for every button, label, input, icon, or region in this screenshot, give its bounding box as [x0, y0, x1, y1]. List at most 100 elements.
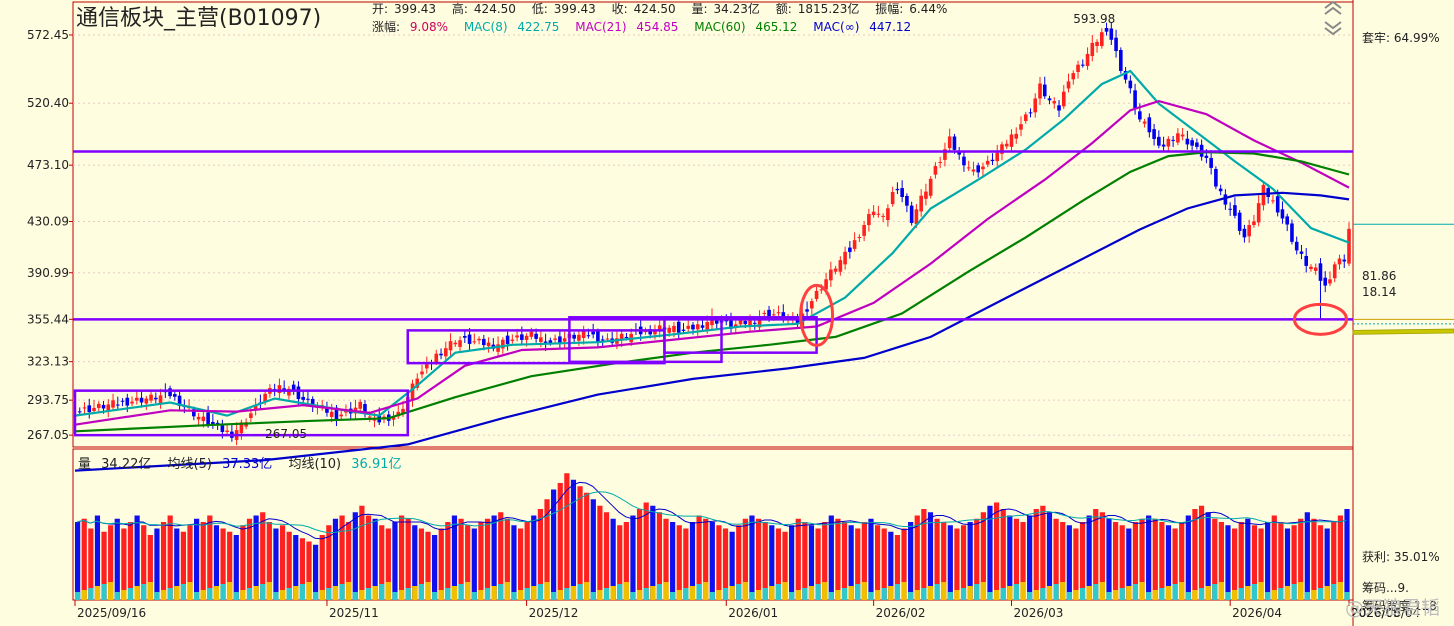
volume-bar [1040, 505, 1046, 600]
volume-bar [75, 522, 81, 600]
volume-bar [1192, 509, 1198, 600]
candle-body [605, 338, 610, 340]
scroll-up-arrows[interactable] [1323, 2, 1343, 34]
volume-bar-base [180, 584, 186, 600]
candle-body [700, 325, 705, 328]
candle-body [672, 325, 676, 332]
volume-bar-base [365, 588, 372, 600]
volume-bar-base [1311, 590, 1317, 600]
candle-body [1161, 144, 1166, 147]
chart-title: 通信板块_主营(B01097) [76, 6, 322, 31]
candle-body [1076, 64, 1080, 73]
volume-bar-base [584, 582, 590, 600]
candle-body [1342, 259, 1347, 262]
volume-bar [160, 522, 167, 600]
candle-body [1290, 223, 1294, 242]
volume-bar-base [412, 586, 418, 600]
volume-bar [597, 505, 603, 600]
volume-bar-base [194, 592, 200, 600]
volume-bar-base [1198, 588, 1205, 600]
candle-body [529, 331, 534, 337]
candle-body [577, 334, 581, 341]
volume-bar-base [670, 592, 676, 600]
volume-bar-base [689, 586, 696, 600]
volume-bar [432, 535, 438, 600]
volume-bar-base [1060, 582, 1066, 600]
volume-bar-base [993, 590, 1000, 600]
volume-bar-base [722, 588, 729, 600]
volume-bar-base [1040, 588, 1046, 600]
volume-label: 量 34.22亿 [78, 457, 152, 472]
volume-bar-base [174, 586, 180, 600]
volume-bar-base [1146, 592, 1152, 600]
candle-body [814, 290, 819, 299]
volume-bar-base [154, 592, 160, 600]
volume-ma5-label: 均线(5) 37.33亿 [167, 457, 273, 472]
candle-body [976, 165, 981, 173]
volume-bar-base [260, 584, 266, 600]
volume-bar [1344, 509, 1350, 600]
candle-body [871, 211, 876, 216]
volume-bar-base [1066, 592, 1072, 600]
volume-bar [987, 505, 993, 600]
candle-body [1038, 83, 1042, 99]
candle-body [586, 335, 591, 337]
candle-body [1009, 134, 1014, 147]
volume-bar [246, 518, 253, 600]
candle-body [1285, 216, 1290, 225]
amplitude-value: 振幅: 6.44% [875, 2, 948, 16]
volume-bar-base [233, 592, 239, 600]
candle-body [1313, 267, 1318, 271]
volume-bar-base [213, 586, 220, 600]
candle-body [1133, 90, 1137, 109]
volume-bar-base [590, 592, 596, 600]
candle-body [486, 342, 491, 347]
volume-bar-base [703, 582, 709, 600]
volume-bar-base [736, 584, 742, 600]
candle-body [843, 251, 847, 265]
candle-body [329, 411, 334, 417]
candle-body [1147, 117, 1152, 133]
volume-bar [636, 509, 643, 600]
volume-bar-base [1112, 590, 1119, 600]
candle-body [962, 156, 966, 166]
volume-bar [1066, 525, 1072, 600]
volume-bar-base [253, 586, 259, 600]
volume-bar-base [729, 586, 735, 600]
open-value: 开: 399.43 [372, 2, 437, 16]
volume-bar-base [484, 588, 491, 600]
candle-body [139, 397, 144, 403]
x-tick-label: 2026/03 [1013, 606, 1063, 620]
close-value: 收: 424.50 [611, 2, 676, 16]
candle-body [115, 404, 120, 406]
volume-bar [603, 512, 610, 600]
volume-bar-base [557, 590, 563, 600]
volume-bar-base [81, 590, 87, 600]
volume-bar [405, 518, 411, 600]
volume-bar-base [908, 592, 914, 600]
candle-body [420, 371, 424, 375]
candle-body [1142, 121, 1147, 124]
volume-bar-base [524, 588, 530, 600]
volume-bar-base [914, 590, 920, 600]
candle-body [520, 334, 524, 340]
volume-bar-base [511, 592, 517, 600]
volume-bar-base [352, 592, 358, 600]
candle-body [829, 269, 833, 281]
candle-body [1023, 114, 1028, 122]
volume-bar-base [987, 592, 993, 600]
y-tick-label: 267.05 [27, 428, 69, 442]
volume-bar-base [570, 586, 577, 600]
volume-bar-base [1337, 582, 1343, 600]
candle-body [1185, 138, 1190, 145]
volume-bar [1265, 522, 1271, 600]
volume-bar-base [359, 590, 365, 600]
volume-bar-base [1218, 582, 1224, 600]
volume-bar-base [425, 582, 431, 600]
y-tick-label: 430.09 [27, 215, 69, 229]
candle-body [1332, 264, 1337, 279]
volume-bar [709, 522, 715, 600]
candle-body [600, 339, 605, 341]
candle-body [1071, 73, 1076, 80]
volume-bar [194, 518, 200, 600]
